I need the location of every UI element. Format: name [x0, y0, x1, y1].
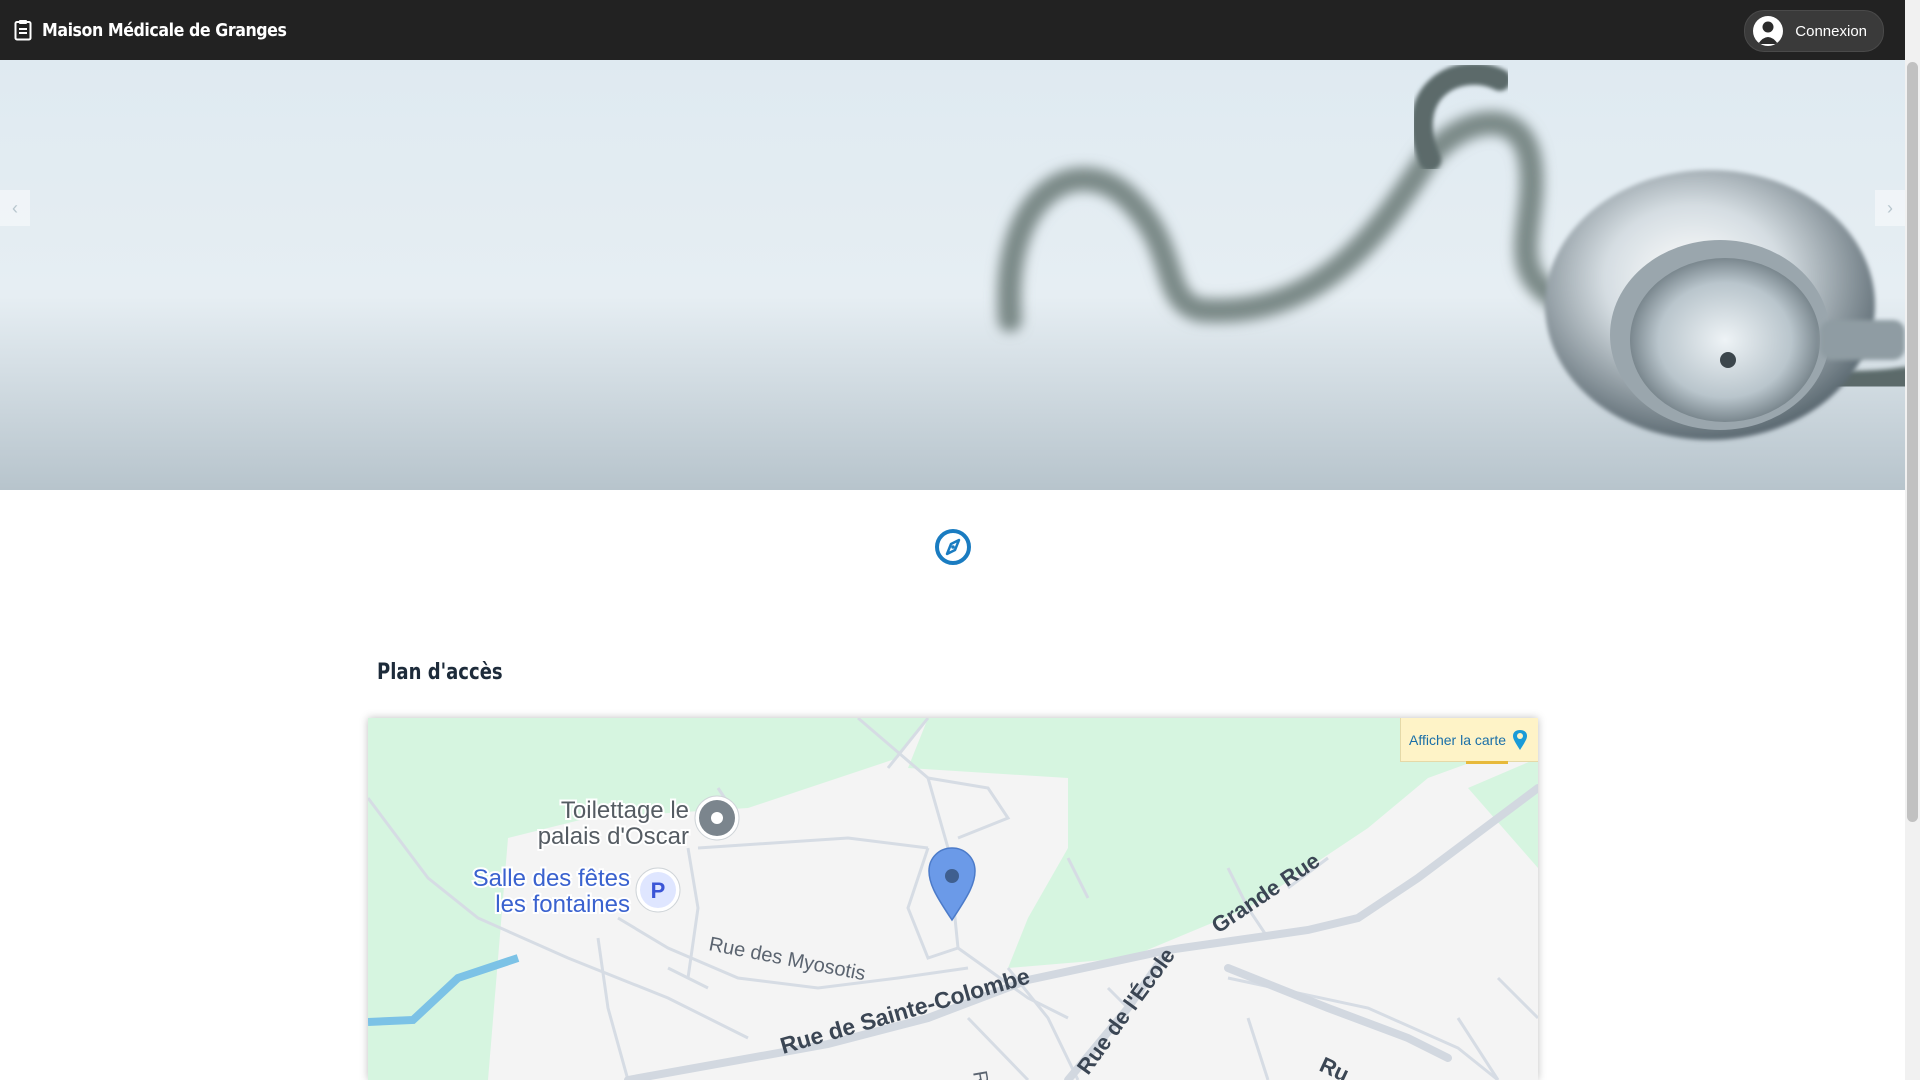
chevron-right-icon: › [1887, 197, 1893, 218]
map-preview[interactable]: Rue de Sainte-Colombe Grande Rue Rue de … [368, 718, 1538, 1080]
show-map-label: Afficher la carte [1408, 731, 1506, 748]
page-scrollbar[interactable] [1905, 0, 1920, 1080]
brand[interactable]: Maison Médicale de Granges [14, 0, 320, 60]
poi-label-hall-1: Salle des fêtes [473, 865, 630, 892]
access-plan-title: Plan d'accès [377, 660, 503, 685]
clipboard-icon [14, 20, 32, 41]
button-underline [1466, 761, 1508, 764]
carousel-next-button[interactable]: › [1875, 190, 1905, 226]
poi-label-hall-2: les fontaines [495, 891, 630, 918]
hero-banner: ‹ › [0, 60, 1905, 490]
poi-label-groomer-2: palais d'Oscar [538, 823, 689, 850]
map-pin-icon [1513, 729, 1527, 750]
show-map-button[interactable]: Afficher la carte [1400, 718, 1538, 764]
poi-label-groomer-1: Toilettage le [561, 797, 689, 824]
brand-title: Maison Médicale de Granges [42, 19, 287, 41]
user-icon [1753, 16, 1784, 46]
scrollbar-thumb[interactable] [1907, 62, 1918, 822]
map-image: Rue de Sainte-Colombe Grande Rue Rue de … [368, 718, 1538, 1080]
parking-icon: P [635, 867, 681, 913]
login-label: Connexion [1795, 22, 1867, 40]
parking-letter: P [651, 878, 666, 903]
hero-image-stethoscope [0, 60, 1905, 490]
poi-pin-icon [694, 795, 740, 841]
navbar: Maison Médicale de Granges Connexion [0, 0, 1920, 60]
compass-icon [935, 529, 971, 565]
login-button[interactable]: Connexion [1744, 10, 1884, 52]
chevron-left-icon: ‹ [12, 197, 18, 218]
carousel-prev-button[interactable]: ‹ [0, 190, 30, 226]
